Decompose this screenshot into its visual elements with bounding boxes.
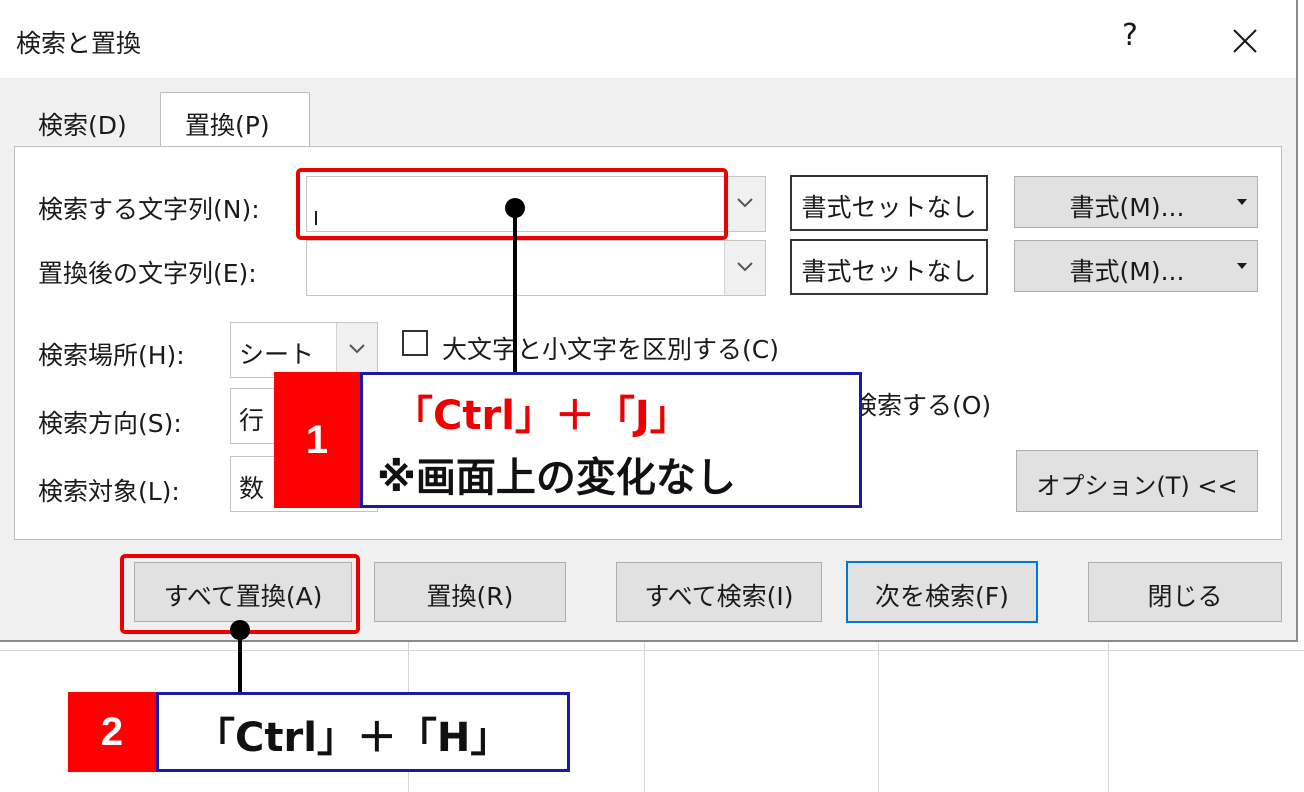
step-1-note: ※画面上の変化なし	[377, 455, 736, 501]
tab-replace[interactable]: 置換(P)	[160, 92, 310, 148]
close-button[interactable]: 閉じる	[1088, 562, 1282, 622]
replace-with-label: 置換後の文字列(E):	[38, 259, 257, 288]
tab-replace-label: 置換(P)	[185, 111, 270, 140]
replace-format-label: 書式(M)...	[1069, 257, 1185, 286]
dialog-title: 検索と置換	[16, 29, 142, 58]
find-no-format-button[interactable]: 書式セットなし	[790, 175, 988, 231]
find-what-label: 検索する文字列(N):	[38, 195, 260, 224]
within-label: 検索場所(H):	[38, 341, 185, 370]
step-2-callout: 「Ctrl」＋「H」	[156, 692, 570, 772]
tab-search-label: 検索(D)	[38, 111, 127, 140]
find-dropdown-button[interactable]	[724, 177, 765, 231]
match-case-label: 大文字と小文字を区別する(C)	[442, 335, 779, 364]
step-2-shortcut: 「Ctrl」＋「H」	[195, 715, 511, 761]
connector-line	[513, 208, 517, 374]
find-all-button[interactable]: すべて検索(I)	[616, 562, 822, 622]
replace-dropdown-button[interactable]	[724, 241, 765, 295]
within-dropdown-button[interactable]	[336, 323, 377, 377]
replace-no-format-button[interactable]: 書式セットなし	[790, 239, 988, 295]
search-direction-value: 行	[239, 406, 265, 435]
chevron-down-icon	[349, 344, 365, 354]
options-button[interactable]: オプション(T) <<	[1016, 450, 1258, 512]
dropdown-arrow-icon	[1237, 199, 1247, 205]
help-button[interactable]: ?	[1122, 18, 1138, 53]
find-next-button[interactable]: 次を検索(F)	[846, 561, 1038, 623]
step-2-number: 2	[68, 692, 156, 772]
match-case-checkbox[interactable]	[402, 330, 428, 356]
search-direction-label: 検索方向(S):	[38, 409, 182, 438]
connector-line	[238, 630, 242, 696]
step-1-number: 1	[274, 372, 360, 508]
find-format-label: 書式(M)...	[1069, 193, 1185, 222]
within-select[interactable]: シート	[230, 322, 378, 378]
replace-format-button[interactable]: 書式(M)...	[1014, 240, 1258, 292]
step-1-shortcut: 「Ctrl」＋「J」	[393, 393, 690, 439]
chevron-down-icon	[737, 262, 753, 272]
find-replace-dialog: 検索と置換 ? 検索(D) 置換(P) 検索する文字列(N): 書式セットなし …	[0, 0, 1298, 642]
step-1-callout: 「Ctrl」＋「J」 ※画面上の変化なし	[360, 372, 862, 508]
match-entire-cell-label: 検索する(O)	[852, 391, 992, 420]
find-format-button[interactable]: 書式(M)...	[1014, 176, 1258, 228]
look-in-label: 検索対象(L):	[38, 477, 180, 506]
replace-with-combo[interactable]	[306, 240, 766, 296]
tab-search[interactable]: 検索(D)	[16, 92, 158, 148]
within-value: シート	[239, 340, 315, 369]
title-bar: 検索と置換 ?	[0, 0, 1296, 78]
replace-button[interactable]: 置換(R)	[374, 562, 566, 622]
close-icon[interactable]	[1226, 22, 1264, 60]
chevron-down-icon	[737, 198, 753, 208]
dropdown-arrow-icon	[1237, 263, 1247, 269]
look-in-value: 数	[239, 474, 265, 503]
